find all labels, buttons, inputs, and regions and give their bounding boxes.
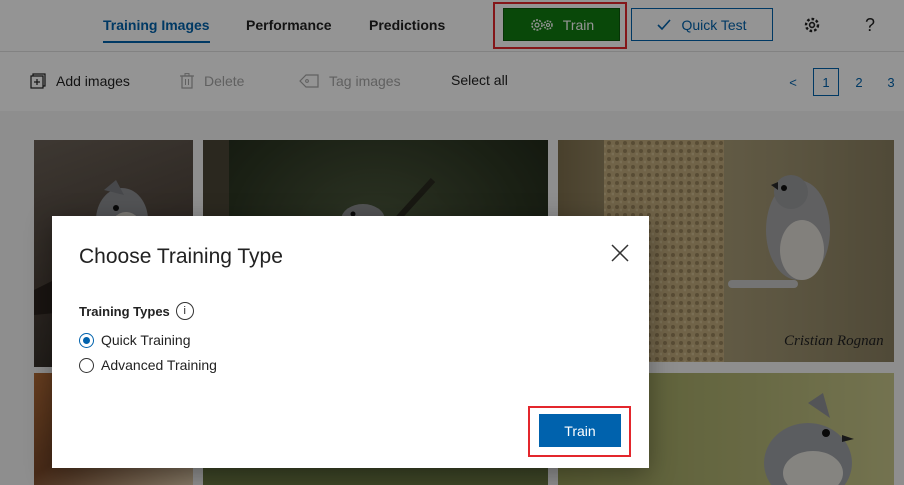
radio-quick-training[interactable]: Quick Training [79, 332, 190, 348]
training-types-label: Training Types i [79, 302, 194, 320]
training-types-text: Training Types [79, 303, 170, 319]
dialog-train-button[interactable]: Train [539, 414, 621, 447]
radio-label-advanced-training: Advanced Training [101, 357, 217, 373]
close-icon[interactable] [609, 242, 631, 264]
info-icon[interactable]: i [175, 302, 194, 320]
dialog-title: Choose Training Type [79, 245, 283, 268]
radio-button-unchecked[interactable] [79, 357, 94, 373]
radio-button-checked[interactable] [79, 332, 94, 348]
radio-advanced-training[interactable]: Advanced Training [79, 357, 217, 373]
radio-label-quick-training: Quick Training [101, 332, 191, 348]
choose-training-type-dialog: Choose Training Type Training Types i Qu… [52, 216, 649, 468]
